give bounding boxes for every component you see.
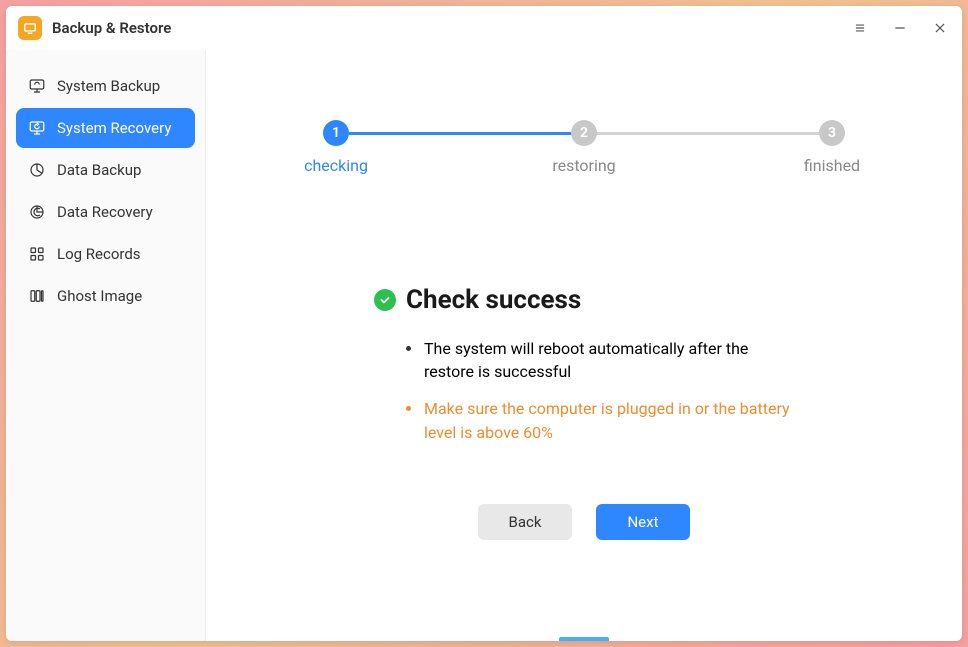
step-number: 2	[571, 120, 597, 146]
result-notes: The system will reboot automatically aft…	[374, 337, 794, 444]
close-icon[interactable]	[930, 18, 950, 38]
result-area: Check success The system will reboot aut…	[374, 285, 794, 540]
result-note: The system will reboot automatically aft…	[406, 337, 794, 383]
menu-icon[interactable]	[850, 18, 870, 38]
app-icon	[18, 16, 42, 40]
step-checking: 1 checking	[296, 120, 376, 175]
stepper: 1 checking 2 restoring 3 finished	[296, 120, 872, 175]
sidebar-item-label: Data Backup	[57, 161, 141, 179]
sidebar-item-label: Ghost Image	[57, 287, 142, 305]
app-window: Backup & Restore	[6, 6, 962, 641]
grid-icon	[28, 245, 46, 263]
columns-icon	[28, 287, 46, 305]
main-content: 1 checking 2 restoring 3 finished	[206, 50, 962, 641]
body-area: System Backup System Recovery Data	[6, 50, 962, 641]
result-title: Check success	[406, 285, 581, 315]
result-title-row: Check success	[374, 285, 794, 315]
sidebar-item-data-backup[interactable]: Data Backup	[16, 150, 195, 190]
minimize-icon[interactable]	[890, 18, 910, 38]
sidebar-item-label: System Backup	[57, 77, 160, 95]
sidebar-item-label: Data Recovery	[57, 203, 153, 221]
sidebar-item-data-recovery[interactable]: Data Recovery	[16, 192, 195, 232]
pie-refresh-icon	[28, 203, 46, 221]
sidebar-item-log-records[interactable]: Log Records	[16, 234, 195, 274]
sidebar: System Backup System Recovery Data	[6, 50, 206, 641]
step-label: finished	[804, 156, 860, 175]
step-label: restoring	[552, 156, 615, 175]
titlebar: Backup & Restore	[6, 6, 962, 50]
pie-icon	[28, 161, 46, 179]
next-button[interactable]: Next	[596, 504, 690, 540]
step-number: 1	[323, 120, 349, 146]
step-finished: 3 finished	[792, 120, 872, 175]
button-row: Back Next	[374, 504, 794, 540]
sidebar-item-label: Log Records	[57, 245, 141, 263]
sidebar-item-ghost-image[interactable]: Ghost Image	[16, 276, 195, 316]
bottom-accent	[559, 637, 609, 641]
sidebar-item-label: System Recovery	[57, 119, 171, 137]
monitor-recover-icon	[28, 119, 46, 137]
result-warning: Make sure the computer is plugged in or …	[406, 397, 794, 443]
sidebar-item-system-recovery[interactable]: System Recovery	[16, 108, 195, 148]
step-label: checking	[304, 156, 368, 175]
step-number: 3	[819, 120, 845, 146]
check-success-icon	[374, 289, 396, 311]
sidebar-item-system-backup[interactable]: System Backup	[16, 66, 195, 106]
step-restoring: 2 restoring	[544, 120, 624, 175]
window-controls	[850, 18, 950, 38]
monitor-refresh-icon	[28, 77, 46, 95]
back-button[interactable]: Back	[478, 504, 572, 540]
app-title: Backup & Restore	[52, 19, 850, 37]
